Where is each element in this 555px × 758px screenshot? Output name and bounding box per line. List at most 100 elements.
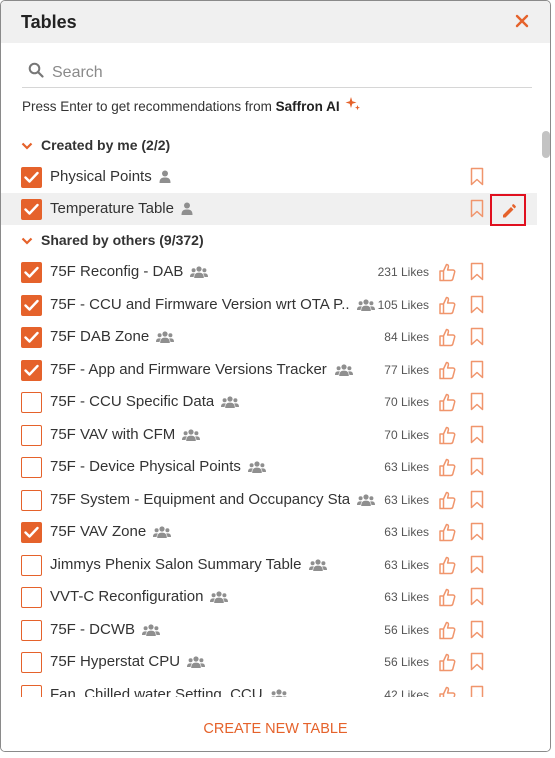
bookmark-icon[interactable] <box>470 295 484 319</box>
table-name[interactable]: 75F - DCWB <box>50 621 135 638</box>
table-row[interactable]: 75F - CCU Specific Data 70 Likes <box>1 386 537 418</box>
section-shared-by-others[interactable]: Shared by others (9/372) <box>21 228 204 252</box>
create-new-table-button[interactable]: CREATE NEW TABLE <box>1 721 550 737</box>
like-icon[interactable] <box>437 555 457 580</box>
like-icon[interactable] <box>437 392 457 417</box>
table-row[interactable]: 75F - CCU and Firmware Version wrt OTA P… <box>1 289 537 321</box>
table-row[interactable]: 75F VAV with CFM 70 Likes <box>1 419 537 451</box>
table-row[interactable]: 75F System - Equipment and Occupancy Sta… <box>1 484 537 516</box>
table-row[interactable]: VVT-C Reconfiguration 63 Likes <box>1 581 537 613</box>
like-icon[interactable] <box>437 652 457 677</box>
bookmark-icon[interactable] <box>470 490 484 514</box>
likes-count: 63 Likes <box>384 557 429 572</box>
bookmark-icon[interactable] <box>470 199 484 223</box>
like-icon[interactable] <box>437 295 457 320</box>
table-name[interactable]: 75F - CCU and Firmware Version wrt OTA P… <box>50 296 350 313</box>
like-icon[interactable] <box>437 490 457 515</box>
table-row[interactable]: 75F Reconfig - DAB 231 Likes <box>1 256 537 288</box>
table-row[interactable]: 75F - Device Physical Points 63 Likes <box>1 451 537 483</box>
edit-table-button[interactable] <box>490 194 526 226</box>
table-row[interactable]: 75F VAV Zone 63 Likes <box>1 516 537 548</box>
table-name[interactable]: 75F - App and Firmware Versions Tracker <box>50 361 327 378</box>
table-checkbox[interactable] <box>21 684 42 697</box>
shared-group-icon <box>187 655 206 673</box>
bookmark-icon[interactable] <box>470 587 484 611</box>
shared-group-icon <box>142 623 160 641</box>
table-name[interactable]: Jimmys Phenix Salon Summary Table <box>50 556 301 573</box>
table-name[interactable]: Fan_Chilled water Setting_CCU <box>50 686 263 698</box>
bookmark-icon[interactable] <box>470 392 484 416</box>
like-icon[interactable] <box>437 457 457 482</box>
table-checkbox[interactable] <box>21 652 42 673</box>
table-row[interactable]: 75F - App and Firmware Versions Tracker 7… <box>1 354 537 386</box>
table-checkbox[interactable] <box>21 489 42 511</box>
table-checkbox[interactable] <box>21 554 42 576</box>
likes-count: 84 Likes <box>384 330 429 344</box>
bookmark-icon[interactable] <box>470 555 484 579</box>
table-name[interactable]: Physical Points <box>50 168 152 185</box>
table-checkbox[interactable] <box>21 262 42 283</box>
table-name[interactable]: 75F DAB Zone <box>50 328 149 345</box>
table-name[interactable]: VVT-C Reconfiguration <box>50 588 203 605</box>
bookmark-icon[interactable] <box>470 327 484 351</box>
bookmark-icon[interactable] <box>470 457 484 481</box>
table-checkbox[interactable] <box>21 392 42 413</box>
table-name[interactable]: 75F VAV Zone <box>50 523 146 540</box>
likes-count: 56 Likes <box>384 622 429 637</box>
table-name[interactable]: Temperature Table <box>50 200 174 217</box>
table-row[interactable]: Jimmys Phenix Salon Summary Table 63 Like… <box>1 549 537 581</box>
section-created-by-me[interactable]: Created by me (2/2) <box>21 133 170 157</box>
tables-list[interactable]: Created by me (2/2) Shared by others (9/… <box>1 129 539 697</box>
table-checkbox[interactable] <box>21 619 42 641</box>
table-row[interactable]: 75F - DCWB 56 Likes <box>1 614 537 646</box>
bookmark-icon[interactable] <box>470 425 484 449</box>
shared-group-icon <box>153 525 172 543</box>
scrollbar-thumb[interactable] <box>542 131 550 158</box>
close-icon[interactable] <box>512 11 532 31</box>
like-icon[interactable] <box>437 425 457 450</box>
like-icon[interactable] <box>437 327 457 352</box>
table-checkbox[interactable] <box>21 327 42 348</box>
shared-group-icon <box>357 298 375 316</box>
table-name[interactable]: 75F Reconfig - DAB <box>50 263 183 280</box>
scrollbar[interactable] <box>541 129 550 697</box>
like-icon[interactable] <box>437 620 457 645</box>
table-name[interactable]: 75F VAV with CFM <box>50 426 175 443</box>
like-icon[interactable] <box>437 522 457 547</box>
table-name[interactable]: 75F System - Equipment and Occupancy Sta… <box>50 491 350 508</box>
like-icon[interactable] <box>437 360 457 385</box>
bookmark-icon[interactable] <box>470 522 484 546</box>
bookmark-icon[interactable] <box>470 262 484 286</box>
table-row[interactable]: 75F DAB Zone 84 Likes <box>1 321 537 353</box>
table-checkbox[interactable] <box>21 457 42 478</box>
panel-footer: CREATE NEW TABLE <box>1 701 550 751</box>
table-row[interactable]: Temperature Table <box>1 193 537 225</box>
table-row[interactable]: 75F Hyperstat CPU 56 Likes <box>1 646 537 678</box>
search-input[interactable] <box>50 59 524 87</box>
table-row[interactable]: Physical Points <box>1 161 537 193</box>
shared-group-icon <box>308 558 327 576</box>
bookmark-icon[interactable] <box>470 167 484 191</box>
like-icon[interactable] <box>437 685 457 697</box>
like-icon[interactable] <box>437 262 457 287</box>
bookmark-icon[interactable] <box>470 360 484 384</box>
table-checkbox[interactable] <box>21 294 42 316</box>
table-name[interactable]: 75F - Device Physical Points <box>50 458 241 475</box>
table-checkbox[interactable] <box>21 587 42 608</box>
likes-count: 231 Likes <box>377 265 429 279</box>
table-checkbox[interactable] <box>21 199 42 220</box>
table-checkbox[interactable] <box>21 167 42 188</box>
bookmark-icon[interactable] <box>470 620 484 644</box>
shared-group-icon <box>221 395 240 413</box>
table-name[interactable]: 75F Hyperstat CPU <box>50 653 180 670</box>
shared-group-icon <box>182 428 201 446</box>
like-icon[interactable] <box>437 587 457 612</box>
table-checkbox[interactable] <box>21 522 42 543</box>
table-checkbox[interactable] <box>21 424 42 446</box>
bookmark-icon[interactable] <box>470 685 484 697</box>
table-checkbox[interactable] <box>21 359 42 381</box>
bookmark-icon[interactable] <box>470 652 484 676</box>
table-row[interactable]: Fan_Chilled water Setting_CCU 42 Likes <box>1 679 537 698</box>
table-name[interactable]: 75F - CCU Specific Data <box>50 393 214 410</box>
shared-group-icon <box>334 363 353 381</box>
